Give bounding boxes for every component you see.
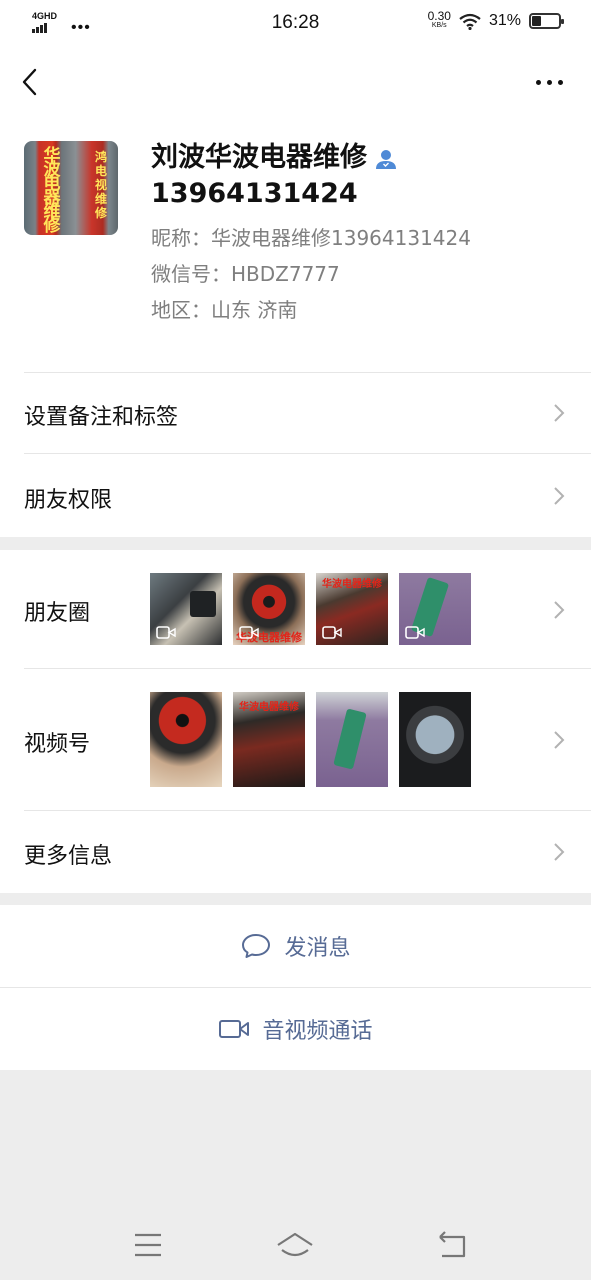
call-label: 音视频通话 [262, 1019, 373, 1044]
moments-thumbnail[interactable] [399, 573, 471, 645]
avatar-text: 视 [94, 178, 107, 192]
audio-video-call-button[interactable]: 音视频通话 [0, 988, 591, 1070]
remark-tags-row[interactable]: 设置备注和标签 [0, 372, 591, 454]
channels-thumbnail[interactable] [316, 692, 388, 787]
dot-icon [546, 79, 552, 85]
contact-name: 刘波华波电器维修 13964131424 [151, 140, 561, 212]
system-navigation-bar [0, 1204, 591, 1280]
chevron-right-icon [554, 601, 565, 619]
wechat-id-line: 微信号：HBDZ7777 [151, 262, 340, 286]
wifi-icon [459, 13, 481, 30]
contact-phone: 13964131424 [151, 178, 358, 209]
more-info-row[interactable]: 更多信息 [0, 811, 591, 893]
chat-bubble-icon [242, 934, 271, 958]
moments-thumbnail[interactable] [150, 573, 222, 645]
chevron-right-icon [554, 731, 565, 749]
video-icon [322, 626, 342, 639]
chevron-right-icon [554, 843, 565, 861]
row-label: 朋友圈 [24, 601, 91, 626]
friend-permissions-row[interactable]: 朋友权限 [0, 454, 591, 537]
back-nav-icon[interactable] [432, 1228, 472, 1262]
row-label: 视频号 [24, 732, 91, 757]
channels-row[interactable]: 视频号 华波电器维修 [0, 669, 591, 811]
thumbnail-caption: 华波电器维修 [239, 702, 299, 713]
user-verified-icon [376, 149, 396, 169]
channels-thumbnail[interactable] [150, 692, 222, 787]
battery-icon [529, 13, 564, 29]
nickname-line: 昵称：华波电器维修13964131424 [151, 226, 471, 250]
divider [24, 372, 591, 373]
network-speed: 0.30 KB/s [427, 9, 451, 31]
back-button[interactable] [12, 62, 52, 102]
dot-icon [535, 79, 541, 85]
circuit-board-shape [333, 708, 367, 770]
profile-header: 华 波 电 器 维 修 鸿 电 视 维 修 刘波华波电器维修 139641314… [0, 46, 591, 372]
video-icon [156, 626, 176, 639]
device-shape [190, 591, 216, 617]
moments-thumbnail[interactable]: 华波电器维修 [316, 573, 388, 645]
avatar-text: 电 [94, 164, 107, 178]
dot-icon [557, 79, 563, 85]
chevron-right-icon [554, 487, 565, 505]
contact-name-text: 刘波华波电器维修 [151, 142, 367, 173]
avatar-text: 鸿 [94, 150, 107, 164]
battery-percent: 31% [488, 12, 521, 29]
row-label: 朋友权限 [24, 488, 113, 513]
video-camera-icon [219, 1020, 250, 1038]
more-options-button[interactable] [529, 70, 569, 94]
send-message-label: 发消息 [284, 936, 351, 961]
row-label: 更多信息 [24, 844, 113, 869]
video-icon [405, 626, 425, 639]
send-message-button[interactable]: 发消息 [0, 905, 591, 987]
avatar-text: 修 [94, 206, 107, 220]
menu-icon[interactable] [128, 1228, 168, 1262]
avatar-text: 维 [94, 192, 107, 206]
status-bar: 4GHD ••• 16:28 0.30 KB/s 31% [0, 0, 591, 46]
speed-value: 0.30 [427, 9, 451, 23]
moments-row[interactable]: 朋友圈 华波电器维修 华波电器维修 [0, 550, 591, 669]
avatar[interactable]: 华 波 电 器 维 修 鸿 电 视 维 修 [24, 141, 118, 235]
battery-level [532, 16, 541, 26]
status-right: 0.30 KB/s 31% [427, 9, 564, 31]
channels-thumbnail[interactable] [399, 692, 471, 787]
video-icon [239, 626, 259, 639]
row-label: 设置备注和标签 [24, 405, 179, 430]
home-icon[interactable] [275, 1228, 315, 1262]
region-line: 地区：山东 济南 [151, 298, 298, 322]
moments-thumbnail[interactable]: 华波电器维修 [233, 573, 305, 645]
chevron-right-icon [554, 404, 565, 422]
channels-thumbnail[interactable]: 华波电器维修 [233, 692, 305, 787]
avatar-text: 修 [43, 216, 61, 235]
thumbnail-caption: 华波电器维修 [322, 579, 382, 590]
